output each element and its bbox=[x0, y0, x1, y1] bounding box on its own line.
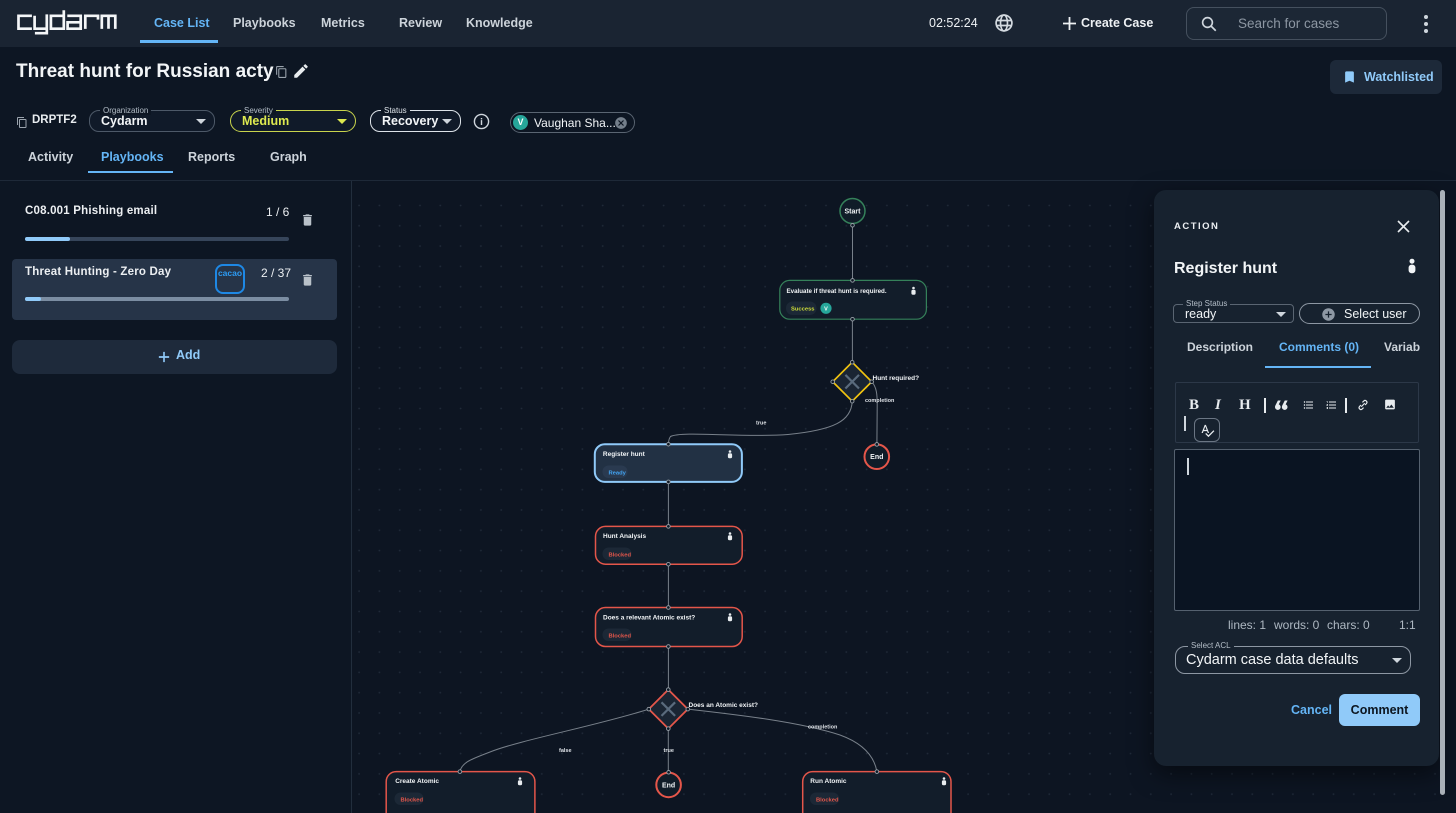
svg-text:true: true bbox=[664, 748, 674, 754]
svg-text:Blocked: Blocked bbox=[609, 633, 632, 639]
svg-text:Blocked: Blocked bbox=[609, 552, 632, 558]
svg-text:Start: Start bbox=[845, 209, 862, 216]
svg-text:V: V bbox=[824, 307, 828, 313]
svg-text:Does a relevant Atomic exist?: Does a relevant Atomic exist? bbox=[603, 615, 695, 622]
svg-text:Create Atomic: Create Atomic bbox=[395, 778, 439, 785]
svg-text:End: End bbox=[870, 454, 883, 461]
svg-text:Register hunt: Register hunt bbox=[603, 451, 646, 458]
svg-text:Success: Success bbox=[791, 307, 815, 313]
svg-text:Evaluate if threat hunt is req: Evaluate if threat hunt is required. bbox=[787, 288, 887, 295]
svg-text:false: false bbox=[559, 748, 572, 754]
svg-text:End: End bbox=[662, 782, 675, 789]
svg-text:Does an Atomic exist?: Does an Atomic exist? bbox=[689, 702, 759, 709]
svg-text:Blocked: Blocked bbox=[816, 797, 839, 803]
svg-text:Run Atomic: Run Atomic bbox=[810, 778, 847, 785]
svg-text:Hunt required?: Hunt required? bbox=[873, 375, 920, 382]
svg-text:Hunt Analysis: Hunt Analysis bbox=[603, 533, 646, 540]
svg-text:true: true bbox=[756, 421, 766, 427]
svg-text:Blocked: Blocked bbox=[401, 797, 424, 803]
svg-text:completion: completion bbox=[808, 725, 838, 731]
svg-text:Ready: Ready bbox=[609, 470, 627, 476]
svg-text:completion: completion bbox=[865, 398, 895, 404]
